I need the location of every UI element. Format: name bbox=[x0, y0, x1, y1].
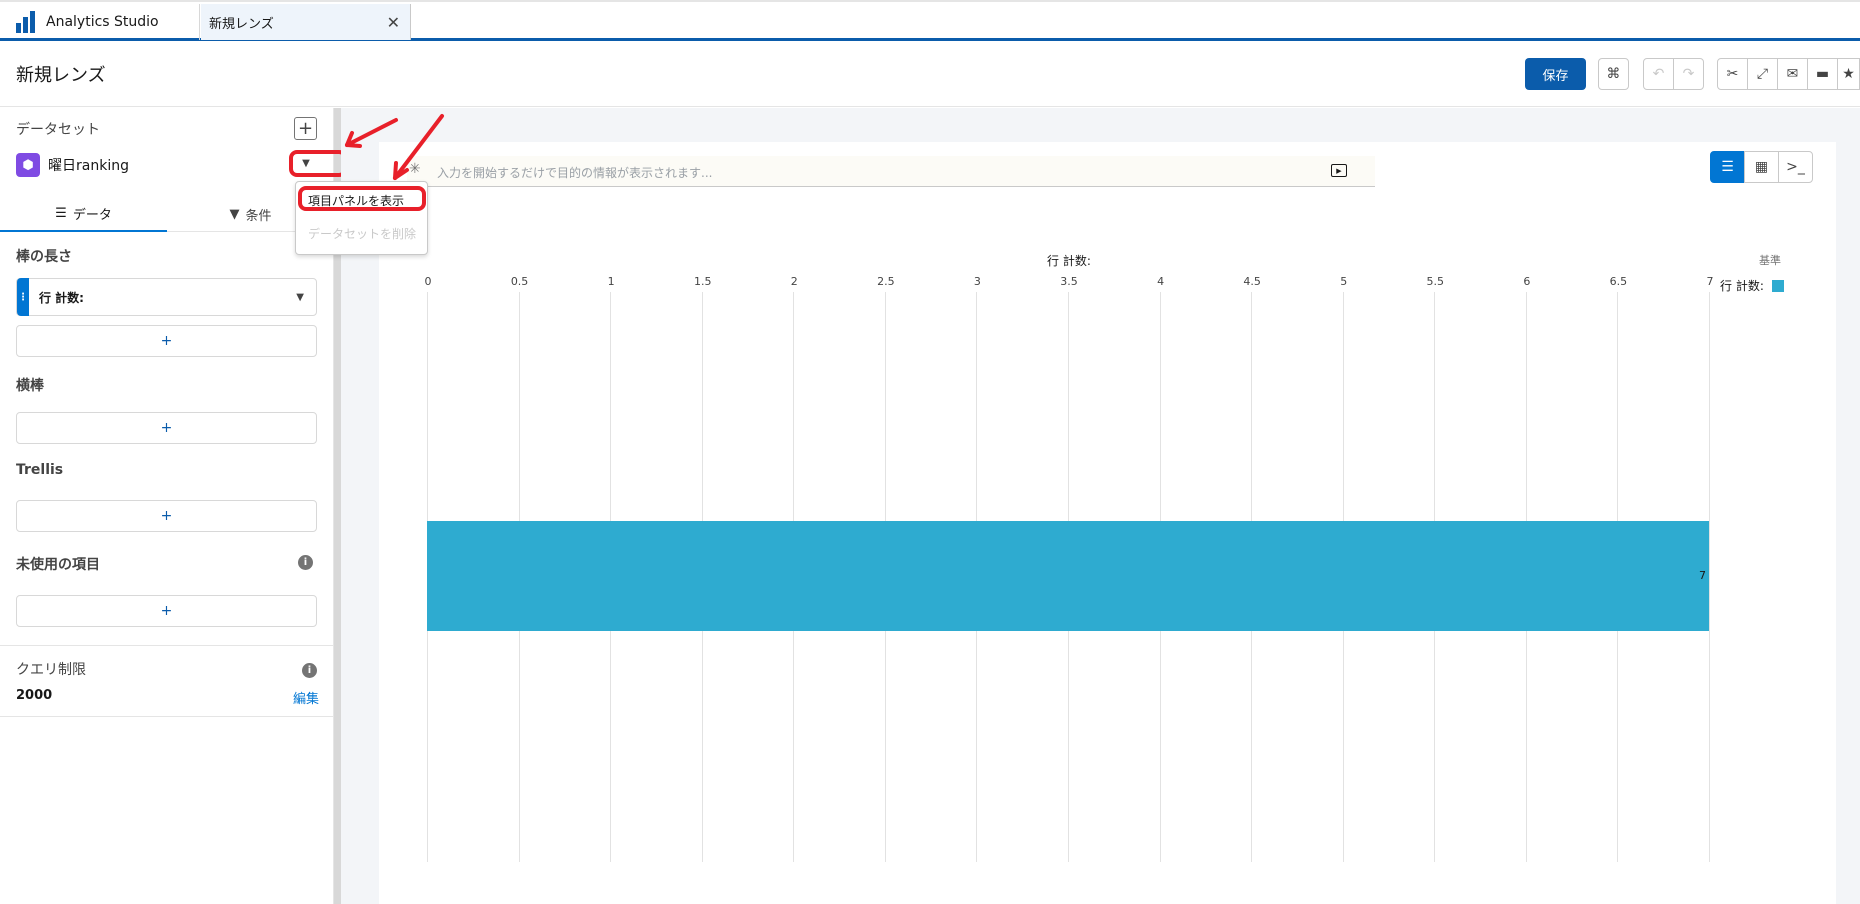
menu-item-delete-dataset[interactable]: データセットを削除 bbox=[308, 225, 416, 242]
app-name: Analytics Studio bbox=[46, 14, 159, 30]
add-unused-button[interactable]: + bbox=[16, 595, 317, 627]
x-tick-label: 4.5 bbox=[1243, 275, 1261, 288]
legend-item: 行 計数: bbox=[1720, 277, 1784, 294]
drag-handle-icon[interactable]: ⋮ bbox=[17, 278, 29, 316]
edit-link[interactable]: 編集 bbox=[293, 688, 319, 707]
save-button[interactable]: 保存 bbox=[1525, 58, 1586, 90]
play-icon[interactable]: ▶ bbox=[1331, 164, 1347, 177]
x-tick-label: 0 bbox=[424, 275, 432, 288]
tab-filter-label: 条件 bbox=[245, 208, 272, 224]
page-header: 新規レンズ 保存 ⌘ ↶ ↷ ✂ ⤢ ✉ ▬ ★ bbox=[0, 41, 1860, 107]
dataset-row: ⬢ 曜日ranking bbox=[16, 153, 129, 177]
add-measure-button[interactable]: + bbox=[16, 325, 317, 357]
divider bbox=[0, 645, 334, 646]
bar-length-label: 棒の長さ bbox=[16, 249, 72, 265]
star-icon[interactable]: ★ bbox=[1837, 58, 1860, 90]
page-title: 新規レンズ bbox=[16, 65, 106, 86]
app-tab[interactable]: Analytics Studio bbox=[0, 4, 200, 40]
sidebar-tabs: ☰ データ ▼ 条件 bbox=[0, 196, 334, 232]
x-tick-label: 4 bbox=[1157, 275, 1165, 288]
bar-value-label: 7 bbox=[1699, 569, 1706, 582]
dataset-label: データセット bbox=[16, 122, 100, 138]
download-icon[interactable]: ▬ bbox=[1807, 58, 1838, 90]
x-tick-label: 3.5 bbox=[1060, 275, 1078, 288]
trellis-label: Trellis bbox=[16, 462, 64, 478]
filter-icon: ▼ bbox=[229, 206, 240, 222]
clip-icon[interactable]: ✂ bbox=[1717, 58, 1748, 90]
search-input[interactable]: 入力を開始するだけで目的の情報が表示されます... bbox=[437, 164, 712, 181]
add-bars-button[interactable]: + bbox=[16, 412, 317, 444]
tab-new-lens[interactable]: 新規レンズ ✕ bbox=[201, 4, 411, 40]
query-limit-label: クエリ制限 bbox=[16, 662, 86, 678]
bars-label: 横棒 bbox=[16, 378, 44, 394]
x-tick-label: 2.5 bbox=[877, 275, 895, 288]
x-tick-label: 5 bbox=[1340, 275, 1348, 288]
query-limit-value: 2000 bbox=[16, 688, 53, 703]
legend-swatch bbox=[1771, 279, 1784, 292]
redo-icon[interactable]: ↷ bbox=[1673, 58, 1704, 90]
tab-data[interactable]: ☰ データ bbox=[0, 196, 167, 232]
divider bbox=[0, 716, 334, 717]
chevron-down-icon[interactable]: ▼ bbox=[296, 292, 304, 303]
add-trellis-button[interactable]: + bbox=[16, 500, 317, 532]
saql-view-icon[interactable]: >_ bbox=[1778, 151, 1813, 183]
measure-field-label: 行 計数: bbox=[39, 290, 84, 305]
bar[interactable] bbox=[427, 521, 1709, 631]
axis-title: 行 計数: bbox=[1047, 254, 1091, 268]
undo-icon[interactable]: ↶ bbox=[1643, 58, 1674, 90]
x-tick-label: 7 bbox=[1706, 275, 1714, 288]
list-icon: ☰ bbox=[55, 205, 67, 221]
top-tab-bar: Analytics Studio 新規レンズ ✕ bbox=[0, 0, 1860, 41]
annotation-highlight-dropdown bbox=[289, 150, 347, 177]
unused-fields-label: 未使用の項目 bbox=[16, 557, 100, 573]
info-icon[interactable]: i bbox=[298, 555, 313, 570]
analytics-logo-icon bbox=[16, 11, 38, 33]
x-tick-label: 6.5 bbox=[1609, 275, 1628, 288]
fullscreen-icon[interactable]: ⤢ bbox=[1747, 58, 1778, 90]
mail-icon[interactable]: ✉ bbox=[1777, 58, 1808, 90]
chart-view-icon[interactable]: ☰ bbox=[1710, 151, 1745, 183]
gridline bbox=[1709, 292, 1710, 862]
explore-icon[interactable]: ⌘ bbox=[1598, 58, 1629, 90]
x-tick-label: 5.5 bbox=[1426, 275, 1445, 288]
x-tick-label: 3 bbox=[973, 275, 981, 288]
table-view-icon[interactable]: ▦ bbox=[1744, 151, 1779, 183]
annotation-highlight-menu-item bbox=[298, 186, 426, 211]
dataset-icon: ⬢ bbox=[16, 153, 40, 177]
close-icon[interactable]: ✕ bbox=[387, 13, 400, 32]
measure-field-pill[interactable]: ⋮ 行 計数: ▼ bbox=[16, 278, 317, 316]
info-icon[interactable]: i bbox=[302, 663, 317, 678]
sparkle-icon: ✳ bbox=[409, 161, 421, 177]
dataset-name: 曜日ranking bbox=[48, 158, 129, 174]
add-dataset-button[interactable]: + bbox=[294, 117, 317, 140]
tab-data-label: データ bbox=[72, 207, 112, 223]
legend-label: 行 計数: bbox=[1720, 279, 1764, 293]
x-tick-label: 0.5 bbox=[510, 275, 529, 288]
lens-tab-label: 新規レンズ bbox=[209, 16, 274, 32]
legend-title: 基準 bbox=[1759, 254, 1781, 267]
search-bar[interactable]: ✳ 入力を開始するだけで目的の情報が表示されます... ▶ bbox=[407, 156, 1375, 187]
x-tick-label: 1 bbox=[607, 275, 615, 288]
x-tick-label: 1.5 bbox=[693, 275, 712, 288]
x-tick-label: 2 bbox=[790, 275, 798, 288]
x-tick-label: 6 bbox=[1523, 275, 1531, 288]
